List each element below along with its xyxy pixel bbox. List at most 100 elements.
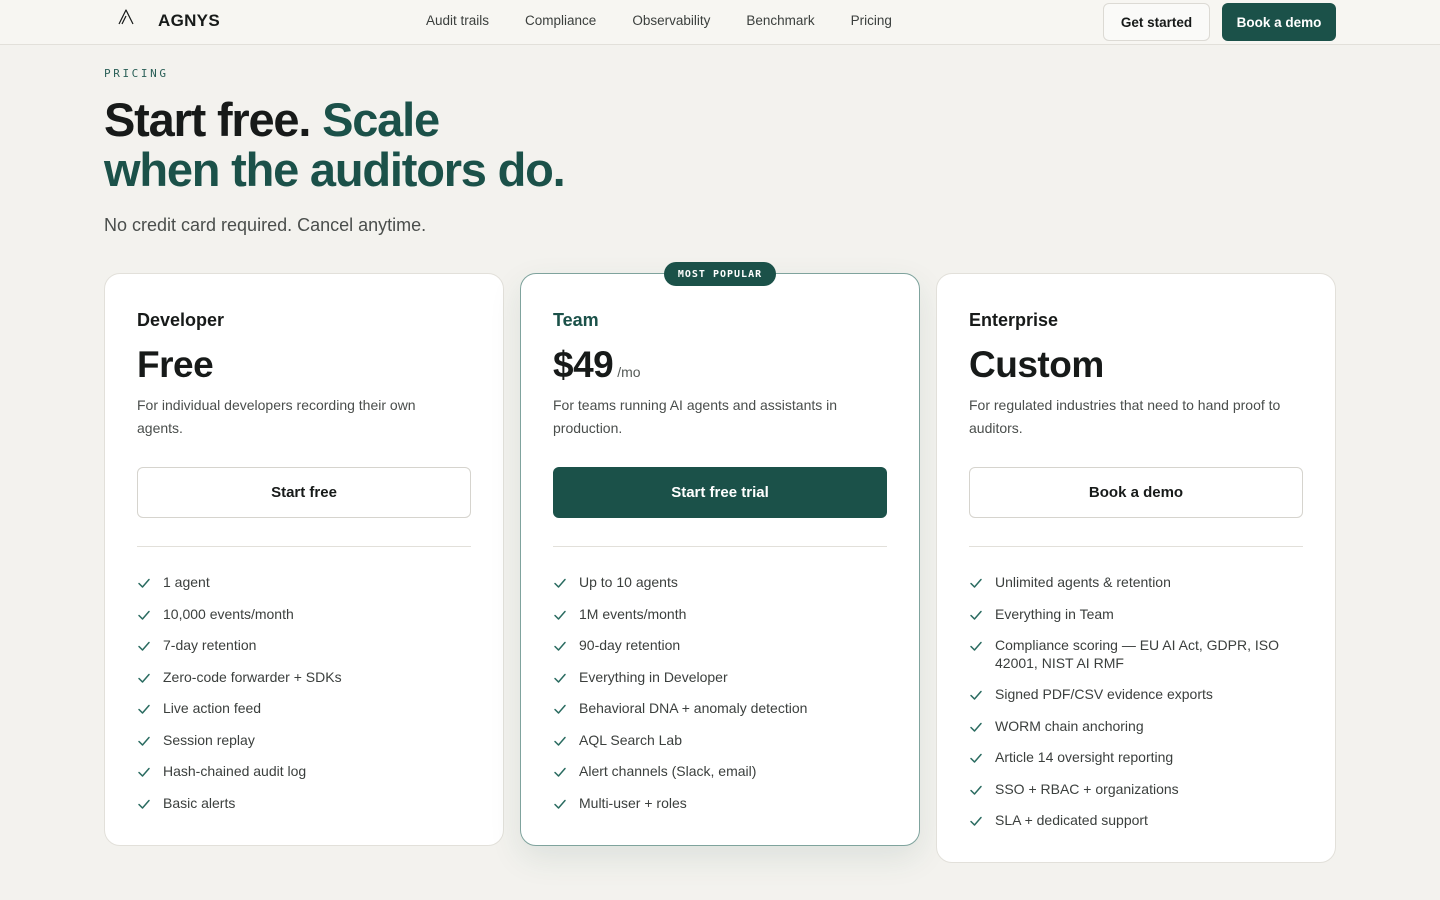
check-icon: [970, 610, 982, 620]
nav-link-observability[interactable]: Observability: [632, 13, 710, 28]
check-icon: [554, 736, 566, 746]
headline-part-3: when the auditors do.: [104, 143, 566, 196]
feature-item: Basic alerts: [137, 795, 471, 813]
feature-item: Everything in Team: [969, 606, 1303, 624]
feature-text: SSO + RBAC + organizations: [995, 780, 1179, 797]
plan-price: $49/mo: [553, 344, 641, 386]
nav-link-benchmark[interactable]: Benchmark: [746, 13, 814, 28]
check-icon: [970, 722, 982, 732]
feature-item: Hash-chained audit log: [137, 763, 471, 781]
plan-price: Free: [137, 344, 214, 386]
feature-text: Hash-chained audit log: [163, 763, 307, 779]
check-icon: [138, 673, 150, 683]
plan-description: For teams running AI agents and assistan…: [553, 397, 838, 436]
feature-item: Everything in Developer: [553, 669, 887, 687]
nav-link-audit-trails[interactable]: Audit trails: [426, 13, 489, 28]
plan-name: Enterprise: [969, 310, 1059, 330]
check-icon: [138, 578, 150, 588]
feature-item: Compliance scoring — EU AI Act, GDPR, IS…: [969, 637, 1303, 672]
feature-text: Article 14 oversight reporting: [995, 749, 1174, 765]
nav-link-pricing[interactable]: Pricing: [851, 13, 892, 28]
plan-name: Developer: [137, 310, 225, 330]
feature-item: Unlimited agents & retention: [969, 574, 1303, 592]
nav-links: Audit trails Compliance Observability Be…: [426, 13, 892, 28]
feature-item: WORM chain anchoring: [969, 718, 1303, 736]
feature-item: Up to 10 agents: [553, 574, 887, 592]
nav-link-compliance[interactable]: Compliance: [525, 13, 596, 28]
feature-text: Multi-user + roles: [579, 794, 687, 811]
plan-card-team: MOST POPULAR Team $49/mo For teams runni…: [520, 262, 920, 846]
check-icon: [138, 610, 150, 620]
plan-description: For regulated industries that need to ha…: [969, 397, 1281, 436]
feature-list: Unlimited agents & retention Everything i…: [969, 574, 1303, 844]
start-free-trial-button[interactable]: Start free trial: [553, 467, 887, 518]
eyebrow-label: PRICING: [104, 67, 169, 80]
check-icon: [138, 641, 150, 651]
check-icon: [970, 641, 982, 651]
feature-text: 90-day retention: [579, 637, 681, 653]
check-icon: [554, 578, 566, 588]
start-free-button[interactable]: Start free: [137, 467, 471, 518]
divider: [969, 546, 1303, 547]
feature-text: 7-day retention: [163, 637, 257, 653]
feature-text: WORM chain anchoring: [995, 717, 1144, 734]
feature-item: 1M events/month: [553, 606, 887, 624]
plan-price: Custom: [969, 344, 1104, 386]
feature-text: AQL Search Lab: [579, 731, 682, 748]
get-started-button[interactable]: Get started: [1103, 3, 1210, 41]
check-icon: [970, 690, 982, 700]
feature-text: Session replay: [163, 731, 255, 748]
feature-text: Live action feed: [163, 700, 262, 716]
most-popular-badge: MOST POPULAR: [664, 262, 776, 286]
feature-text: Everything in Team: [995, 605, 1114, 622]
feature-item: SLA + dedicated support: [969, 812, 1303, 830]
price-period: /mo: [617, 364, 641, 380]
logo-a-icon[interactable]: [117, 8, 135, 26]
divider: [137, 546, 471, 547]
feature-item: Alert channels (Slack, email): [553, 763, 887, 781]
feature-text: 10,000 events/month: [163, 605, 294, 622]
feature-item: Zero-code forwarder + SDKs: [137, 669, 471, 687]
feature-item: 1 agent: [137, 574, 471, 592]
feature-text: Everything in Developer: [579, 668, 728, 685]
brand-name[interactable]: AGNYS: [158, 11, 220, 31]
check-icon: [554, 704, 566, 714]
feature-text: Up to 10 agents: [579, 574, 678, 590]
feature-text: Zero-code forwarder + SDKs: [163, 668, 342, 685]
feature-item: Behavioral DNA + anomaly detection: [553, 700, 887, 718]
feature-text: 1M events/month: [579, 605, 687, 622]
feature-list: 1 agent 10,000 events/month 7-day retentio…: [137, 574, 471, 826]
feature-item: 7-day retention: [137, 637, 471, 655]
price-value: $49: [553, 344, 614, 385]
feature-list: Up to 10 agents 1M events/month 90-day ret…: [553, 574, 887, 826]
feature-item: AQL Search Lab: [553, 732, 887, 750]
headline-part-1: Start free.: [104, 93, 311, 146]
page-title: Start free. Scale when the auditors do.: [104, 93, 566, 196]
book-demo-button[interactable]: Book a demo: [969, 467, 1303, 518]
divider: [553, 546, 887, 547]
check-icon: [138, 799, 150, 809]
feature-item: 90-day retention: [553, 637, 887, 655]
subheadline: No credit card required. Cancel anytime.: [104, 215, 427, 235]
check-icon: [970, 785, 982, 795]
feature-text: SLA + dedicated support: [995, 812, 1148, 828]
check-icon: [970, 816, 982, 826]
feature-item: SSO + RBAC + organizations: [969, 781, 1303, 799]
price-value: Free: [137, 344, 214, 385]
price-value: Custom: [969, 344, 1104, 385]
check-icon: [554, 799, 566, 809]
book-demo-nav-button[interactable]: Book a demo: [1222, 3, 1336, 41]
feature-item: Live action feed: [137, 700, 471, 718]
check-icon: [138, 736, 150, 746]
feature-item: Article 14 oversight reporting: [969, 749, 1303, 767]
check-icon: [138, 704, 150, 714]
feature-item: 10,000 events/month: [137, 606, 471, 624]
plan-card-developer: Developer Free For individual developers…: [104, 273, 504, 846]
feature-item: Signed PDF/CSV evidence exports: [969, 686, 1303, 704]
check-icon: [970, 753, 982, 763]
check-icon: [554, 767, 566, 777]
headline-part-2: Scale: [322, 93, 440, 146]
feature-text: Compliance scoring — EU AI Act, GDPR, IS…: [995, 637, 1279, 671]
check-icon: [970, 578, 982, 588]
feature-text: Signed PDF/CSV evidence exports: [995, 686, 1213, 702]
